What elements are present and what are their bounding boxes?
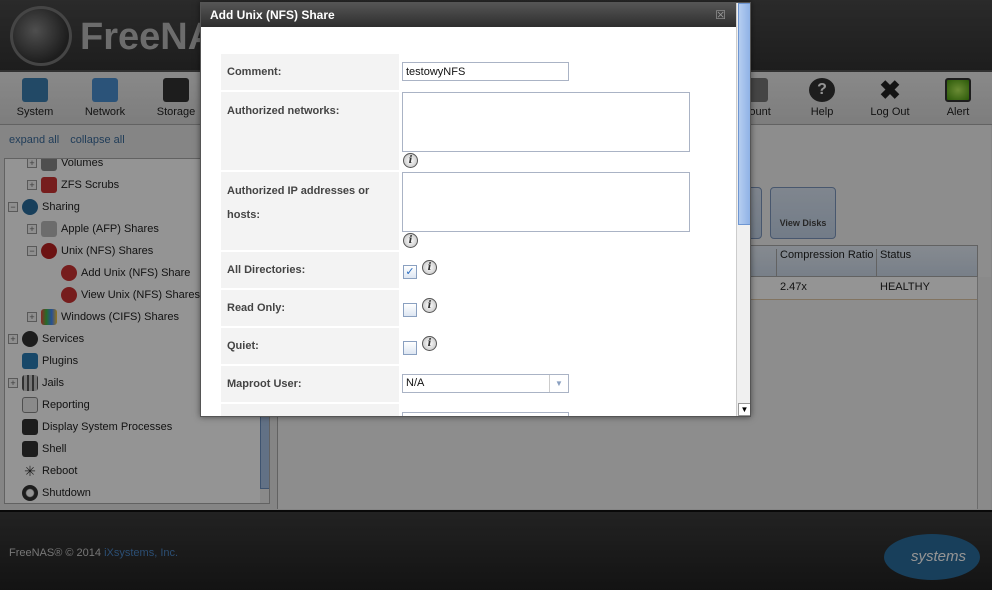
alldirs-checkbox[interactable]: ✓ [403, 265, 417, 279]
selected-value: N/A [406, 377, 425, 389]
info-icon[interactable]: i [403, 153, 418, 168]
add-nfs-share-dialog: Add Unix (NFS) Share ☒ Comment: Authoriz… [200, 2, 751, 417]
info-icon[interactable]: i [422, 298, 437, 313]
maproot-user-label: Maproot User: [221, 366, 399, 402]
info-icon[interactable]: i [422, 260, 437, 275]
dialog-scrollbar[interactable]: ▼ [736, 3, 750, 416]
info-icon[interactable]: i [422, 336, 437, 351]
dropdown-arrow-icon[interactable]: ▼ [549, 375, 568, 392]
info-icon[interactable]: i [403, 233, 418, 248]
next-field-label [221, 404, 399, 416]
quiet-checkbox[interactable] [403, 341, 417, 355]
readonly-checkbox[interactable] [403, 303, 417, 317]
comment-label: Comment: [221, 54, 399, 90]
networks-textarea[interactable] [402, 92, 690, 152]
hosts-label: Authorized IP addresses or hosts: [221, 172, 399, 250]
quiet-label: Quiet: [221, 328, 399, 364]
readonly-label: Read Only: [221, 290, 399, 326]
maproot-user-select[interactable]: N/A ▼ [402, 374, 569, 393]
hosts-textarea[interactable] [402, 172, 690, 232]
comment-input[interactable] [402, 62, 569, 81]
next-field-select[interactable] [402, 412, 569, 416]
dialog-title: Add Unix (NFS) Share [201, 3, 750, 27]
networks-label: Authorized networks: [221, 92, 399, 170]
scroll-thumb[interactable] [738, 3, 750, 225]
scroll-down-icon[interactable]: ▼ [738, 403, 750, 416]
alldirs-label: All Directories: [221, 252, 399, 288]
close-icon[interactable]: ☒ [715, 8, 726, 22]
